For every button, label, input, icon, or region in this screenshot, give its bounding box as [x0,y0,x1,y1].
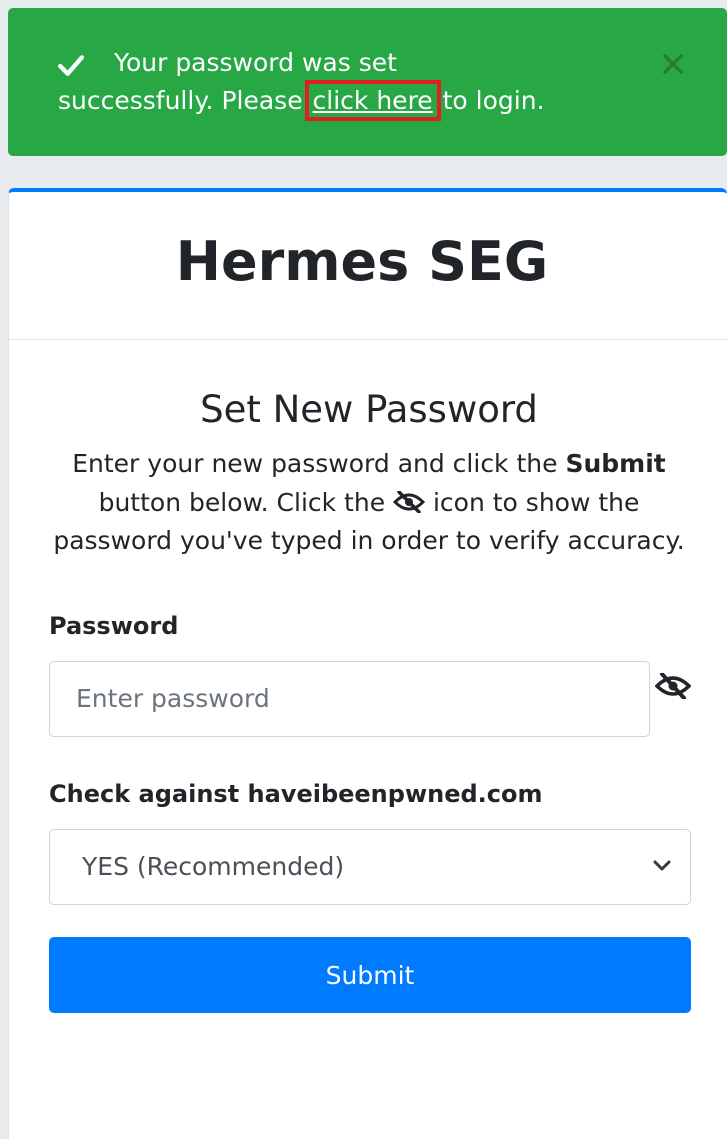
alert-text-before-link: successfully. Please [58,86,311,115]
eye-slash-icon [393,490,426,513]
login-link[interactable]: click here [304,80,441,121]
password-row [49,660,691,737]
close-icon[interactable] [659,50,687,78]
hibp-selected-value: YES (Recommended) [82,851,345,881]
hibp-select[interactable]: YES (Recommended) [49,828,691,905]
card-header: Hermes SEG [9,192,727,340]
instructions-part1: Enter your new password and click the [72,449,566,478]
chevron-down-icon [653,860,671,870]
page-title: Set New Password [200,388,538,431]
hibp-label: Check against haveibeenpwned.com [49,779,543,808]
show-password-eye-slash-icon[interactable] [655,672,691,699]
alert-text-after-link: to login. [434,86,545,115]
password-input[interactable] [49,660,650,737]
check-icon [58,55,84,76]
instructions-part2: button below. Click the [98,487,394,517]
instructions-bold-submit: Submit [565,449,666,478]
card-body: Set New Password Enter your new password… [9,385,727,1013]
password-card: Hermes SEG Set New Password Enter your n… [8,188,727,1139]
hibp-select-wrap: YES (Recommended) [49,828,691,905]
submit-button[interactable]: Submit [49,936,691,1013]
password-label: Password [49,611,179,640]
alert-message-line1: Your password was set [114,48,397,77]
instructions-text: Enter your new password and click the Su… [49,445,689,561]
app-title: Hermes SEG [175,230,549,293]
success-alert: Your password was set successfully. Plea… [8,8,727,156]
alert-message-line2: successfully. Please click here to login… [58,80,647,121]
password-form: Password Check against haveibeenpwned.co… [49,611,691,1013]
